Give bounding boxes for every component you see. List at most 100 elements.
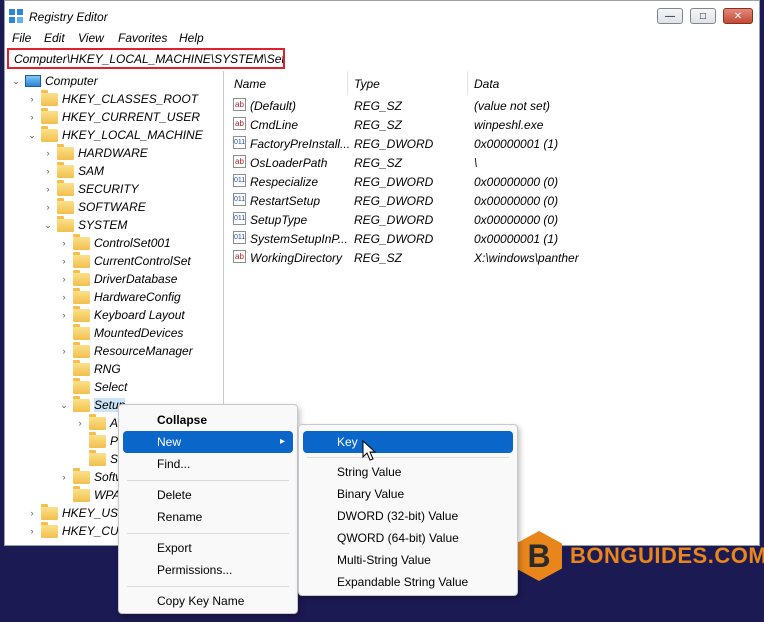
value-row[interactable]: ab WorkingDirectory REG_SZ X:\windows\panth… xyxy=(227,248,759,267)
tree-node-select[interactable]: Select xyxy=(59,377,127,396)
value-row[interactable]: 011 FactoryPreInstall... REG_DWORD 0x000000… xyxy=(227,134,759,153)
menu-edit[interactable]: Edit xyxy=(44,31,65,45)
string-value-icon: ab xyxy=(233,250,246,263)
column-header-data[interactable]: Data xyxy=(474,77,499,91)
tree-node-computer[interactable]: ⌄ Computer xyxy=(11,72,97,90)
tree-node-hkcr[interactable]: › HKEY_CLASSES_ROOT xyxy=(27,89,198,108)
tree-node-system[interactable]: ⌄ SYSTEM xyxy=(43,215,127,234)
chevron-right-icon[interactable]: › xyxy=(43,166,53,176)
value-row[interactable]: ab OsLoaderPath REG_SZ \ xyxy=(227,153,759,172)
chevron-right-icon[interactable]: › xyxy=(43,184,53,194)
tree-node-hkcc[interactable]: › HKEY_CUR xyxy=(27,521,127,540)
value-row[interactable]: ab CmdLine REG_SZ winpeshl.exe xyxy=(227,115,759,134)
tree-node-hardware[interactable]: › HARDWARE xyxy=(43,143,148,162)
tree-node-setup-child-2[interactable]: P xyxy=(75,431,118,450)
menu-view[interactable]: View xyxy=(78,31,104,45)
folder-icon xyxy=(73,305,90,322)
tree-node-rng[interactable]: RNG xyxy=(59,359,121,378)
column-header-name[interactable]: Name xyxy=(234,77,266,91)
folder-icon xyxy=(57,161,74,178)
chevron-right-icon[interactable]: › xyxy=(59,274,69,284)
value-row[interactable]: 011 SystemSetupInP... REG_DWORD 0x00000001 … xyxy=(227,229,759,248)
submenu-item-dword-value[interactable]: DWORD (32-bit) Value xyxy=(299,505,517,527)
menu-item-copy-key-name[interactable]: Copy Key Name xyxy=(119,590,297,612)
chevron-right-icon[interactable]: › xyxy=(59,310,69,320)
tree-node-hkcu[interactable]: › HKEY_CURRENT_USER xyxy=(27,107,200,126)
chevron-right-icon[interactable]: › xyxy=(59,346,69,356)
menu-item-rename[interactable]: Rename xyxy=(119,506,297,528)
folder-icon xyxy=(41,89,58,106)
tree-node-setup-child-3[interactable]: S xyxy=(75,449,118,468)
tree-node-security[interactable]: › SECURITY xyxy=(43,179,139,198)
column-divider[interactable] xyxy=(347,71,348,95)
submenu-item-key[interactable]: Key xyxy=(303,431,513,453)
submenu-item-qword-value[interactable]: QWORD (64-bit) Value xyxy=(299,527,517,549)
column-divider[interactable] xyxy=(467,71,468,95)
computer-icon xyxy=(25,75,41,87)
folder-icon xyxy=(73,377,90,394)
column-header-type[interactable]: Type xyxy=(354,77,380,91)
tree-node-sam[interactable]: › SAM xyxy=(43,161,104,180)
menu-file[interactable]: File xyxy=(12,31,31,45)
tree-node-driverdatabase[interactable]: › DriverDatabase xyxy=(59,269,177,288)
menu-separator xyxy=(127,480,289,481)
submenu-item-expandable-string-value[interactable]: Expandable String Value xyxy=(299,571,517,593)
chevron-right-icon[interactable]: › xyxy=(27,526,37,536)
tree-node-hardwareconfig[interactable]: › HardwareConfig xyxy=(59,287,181,306)
address-bar[interactable]: Computer\HKEY_LOCAL_MACHINE\SYSTEM\Setup xyxy=(7,48,285,69)
tree-node-resourcemanager[interactable]: › ResourceManager xyxy=(59,341,193,360)
menu-item-permissions[interactable]: Permissions... xyxy=(119,559,297,581)
menu-item-new[interactable]: New ▸ xyxy=(123,431,293,453)
tree-node-setup[interactable]: ⌄ Setup xyxy=(59,395,126,414)
tree-node-software[interactable]: › SOFTWARE xyxy=(43,197,146,216)
menu-help[interactable]: Help xyxy=(179,31,204,45)
value-row[interactable]: 011 RestartSetup REG_DWORD 0x00000000 (0) xyxy=(227,191,759,210)
chevron-right-icon[interactable]: › xyxy=(59,238,69,248)
value-row[interactable]: 011 Respecialize REG_DWORD 0x00000000 (0) xyxy=(227,172,759,191)
tree-node-setup-child-1[interactable]: › A xyxy=(75,413,118,432)
chevron-right-icon[interactable]: › xyxy=(59,256,69,266)
bonguides-watermark: B BONGUIDES.COM xyxy=(516,528,764,584)
chevron-right-icon[interactable]: › xyxy=(27,94,37,104)
folder-icon xyxy=(57,197,74,214)
folder-icon xyxy=(73,251,90,268)
menu-item-collapse[interactable]: Collapse xyxy=(119,409,297,431)
chevron-down-icon[interactable]: ⌄ xyxy=(11,76,21,87)
chevron-down-icon[interactable]: ⌄ xyxy=(59,400,69,411)
watermark-text: BONGUIDES.COM xyxy=(570,543,764,568)
submenu-item-binary-value[interactable]: Binary Value xyxy=(299,483,517,505)
chevron-right-icon[interactable]: › xyxy=(59,292,69,302)
submenu-item-multi-string-value[interactable]: Multi-String Value xyxy=(299,549,517,571)
chevron-down-icon[interactable]: ⌄ xyxy=(43,220,53,231)
maximize-button[interactable]: □ xyxy=(690,8,716,24)
tree-node-currentcontrolset[interactable]: › CurrentControlSet xyxy=(59,251,191,270)
menu-item-export[interactable]: Export xyxy=(119,537,297,559)
menu-favorites[interactable]: Favorites xyxy=(118,31,167,45)
folder-icon xyxy=(89,449,106,466)
chevron-down-icon[interactable]: ⌄ xyxy=(27,130,37,141)
value-row[interactable]: ab (Default) REG_SZ (value not set) xyxy=(227,96,759,115)
binary-value-icon: 011 xyxy=(233,174,246,187)
chevron-right-icon[interactable]: › xyxy=(43,148,53,158)
chevron-right-icon[interactable]: › xyxy=(27,508,37,518)
tree-node-wpa[interactable]: WPA xyxy=(59,485,120,504)
chevron-right-icon[interactable]: › xyxy=(43,202,53,212)
tree-node-keyboardlayout[interactable]: › Keyboard Layout xyxy=(59,305,185,324)
bonguides-logo: B xyxy=(516,531,562,581)
tree-node-controlset001[interactable]: › ControlSet001 xyxy=(59,233,171,252)
tree-node-hku[interactable]: › HKEY_USE xyxy=(27,503,126,522)
tree-node-mounteddevices[interactable]: MountedDevices xyxy=(59,323,183,342)
chevron-right-icon[interactable]: › xyxy=(27,112,37,122)
minimize-button[interactable]: — xyxy=(657,8,683,24)
menu-item-find[interactable]: Find... xyxy=(119,453,297,475)
binary-value-icon: 011 xyxy=(233,231,246,244)
submenu-item-string-value[interactable]: String Value xyxy=(299,461,517,483)
close-button[interactable]: ✕ xyxy=(723,8,753,24)
chevron-right-icon[interactable]: › xyxy=(59,472,69,482)
value-row[interactable]: 011 SetupType REG_DWORD 0x00000000 (0) xyxy=(227,210,759,229)
tree-node-hklm[interactable]: ⌄ HKEY_LOCAL_MACHINE xyxy=(27,125,203,144)
tree-node-software-system[interactable]: › Softw xyxy=(59,467,124,486)
folder-icon xyxy=(89,413,106,430)
chevron-right-icon[interactable]: › xyxy=(75,418,85,428)
menu-item-delete[interactable]: Delete xyxy=(119,484,297,506)
